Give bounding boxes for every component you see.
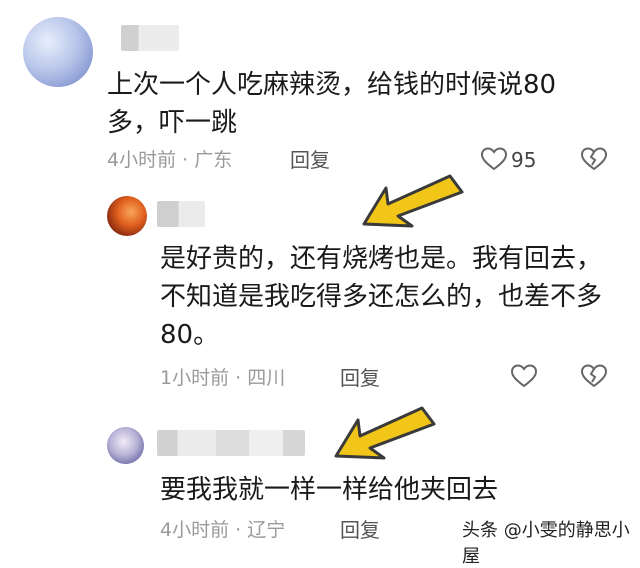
comment-time-location: 4小时前 · 广东 (107, 149, 233, 171)
username-blurred[interactable] (121, 25, 179, 51)
comment-time-location: 4小时前 · 辽宁 (160, 519, 286, 541)
username-blurred[interactable] (157, 430, 305, 456)
like-count: 95 (511, 148, 537, 172)
comment-text: 上次一个人吃麻辣烫，给钱的时候说80 多，吓一跳 (107, 70, 557, 138)
avatar[interactable] (107, 196, 147, 236)
broken-heart-icon[interactable] (580, 363, 608, 389)
comment-time-location: 1小时前 · 四川 (160, 367, 286, 389)
watermark: 头条 @小雯的静思小屋 (458, 516, 640, 568)
comment-text: 要我我就一样一样给他夹回去 (160, 475, 499, 505)
arrow-pointer-icon (358, 172, 468, 238)
heart-icon[interactable] (480, 146, 508, 172)
broken-heart-icon[interactable] (580, 146, 608, 172)
heart-icon[interactable] (510, 363, 538, 389)
comment-text: 是好贵的，还有烧烤也是。我有回去， 不知道是我吃得多还怎么的，也差不多 80。 (160, 244, 603, 350)
reply-button[interactable]: 回复 (340, 518, 380, 542)
reply-button[interactable]: 回复 (340, 366, 380, 390)
arrow-pointer-icon (330, 404, 440, 470)
avatar[interactable] (23, 17, 93, 87)
reply-button[interactable]: 回复 (290, 148, 330, 172)
avatar[interactable] (107, 427, 144, 464)
username-blurred[interactable] (157, 201, 205, 227)
